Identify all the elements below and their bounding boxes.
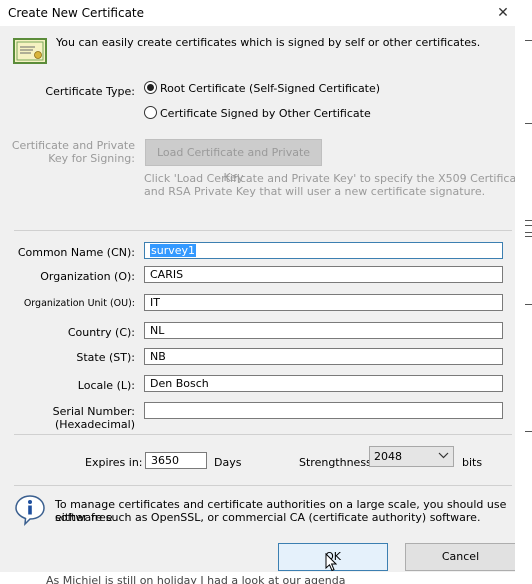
serial-number-input[interactable] [144, 402, 503, 419]
strength-unit: bits [462, 456, 483, 469]
common-name-input[interactable]: survey1 [144, 242, 503, 259]
background-document: As Michiel is still on holiday I had a l… [0, 572, 532, 584]
background-text-fragment [525, 232, 532, 233]
strength-label: Strengthness: [299, 456, 376, 469]
common-name-value: survey1 [150, 244, 197, 257]
load-certificate-button[interactable]: Load Certificate and Private Key [145, 139, 322, 184]
background-window-strip [515, 0, 532, 584]
common-name-label: Common Name (CN): [17, 246, 135, 259]
state-input[interactable]: NB [144, 348, 503, 365]
country-input[interactable]: NL [144, 322, 503, 339]
close-icon[interactable]: ✕ [492, 2, 514, 24]
info-line2: software such as OpenSSL, or commercial … [55, 511, 481, 524]
signing-help-line1: Click 'Load Certificate and Private Key'… [144, 172, 528, 185]
background-text-fragment [525, 431, 532, 432]
background-text-fragment [525, 123, 532, 124]
organization-unit-label: Organization Unit (OU): [23, 298, 135, 309]
separator-top [14, 230, 512, 231]
create-certificate-dialog: Create New Certificate ✕ You can easily … [0, 0, 531, 584]
signed-certificate-radio[interactable] [144, 106, 157, 119]
expires-days-input[interactable]: 3650 [145, 452, 207, 469]
locale-label: Locale (L): [77, 379, 135, 392]
background-text-fragment [525, 220, 532, 221]
organization-label: Organization (O): [40, 270, 135, 283]
organization-unit-input[interactable]: IT [144, 294, 503, 311]
strength-select[interactable]: 2048 [369, 446, 454, 467]
separator-middle [14, 434, 512, 435]
signing-help-line2: and RSA Private Key that will user a new… [144, 185, 486, 198]
cancel-button[interactable]: Cancel [405, 543, 516, 571]
background-text: As Michiel is still on holiday I had a l… [46, 574, 346, 584]
certificate-type-label: Certificate Type: [45, 85, 135, 98]
locale-input[interactable]: Den Bosch [144, 375, 503, 392]
info-icon [14, 494, 46, 529]
separator-bottom [14, 485, 512, 486]
certificate-icon [13, 38, 47, 67]
background-text-fragment [525, 236, 532, 237]
background-text-fragment [525, 40, 532, 41]
root-certificate-label[interactable]: Root Certificate (Self-Signed Certificat… [160, 82, 380, 95]
root-certificate-radio[interactable] [144, 81, 157, 94]
background-text-fragment [525, 304, 532, 305]
signing-label-line2: Key for Signing: [48, 152, 135, 165]
signing-label-line1: Certificate and Private [11, 139, 135, 152]
expires-label: Expires in: [85, 456, 143, 469]
signed-certificate-label[interactable]: Certificate Signed by Other Certificate [160, 107, 371, 120]
background-text-fragment [525, 225, 532, 226]
state-label: State (ST): [76, 351, 135, 364]
title-bar: Create New Certificate ✕ [0, 0, 515, 26]
strength-value: 2048 [374, 450, 402, 463]
organization-input[interactable]: CARIS [144, 266, 503, 283]
window-title: Create New Certificate [8, 6, 145, 20]
chevron-down-icon [438, 450, 449, 464]
serial-label-line1: Serial Number: [52, 405, 135, 418]
expires-unit: Days [214, 456, 242, 469]
intro-text: You can easily create certificates which… [56, 36, 481, 49]
serial-label-line2: (Hexadecimal) [54, 418, 135, 431]
country-label: Country (C): [67, 326, 135, 339]
